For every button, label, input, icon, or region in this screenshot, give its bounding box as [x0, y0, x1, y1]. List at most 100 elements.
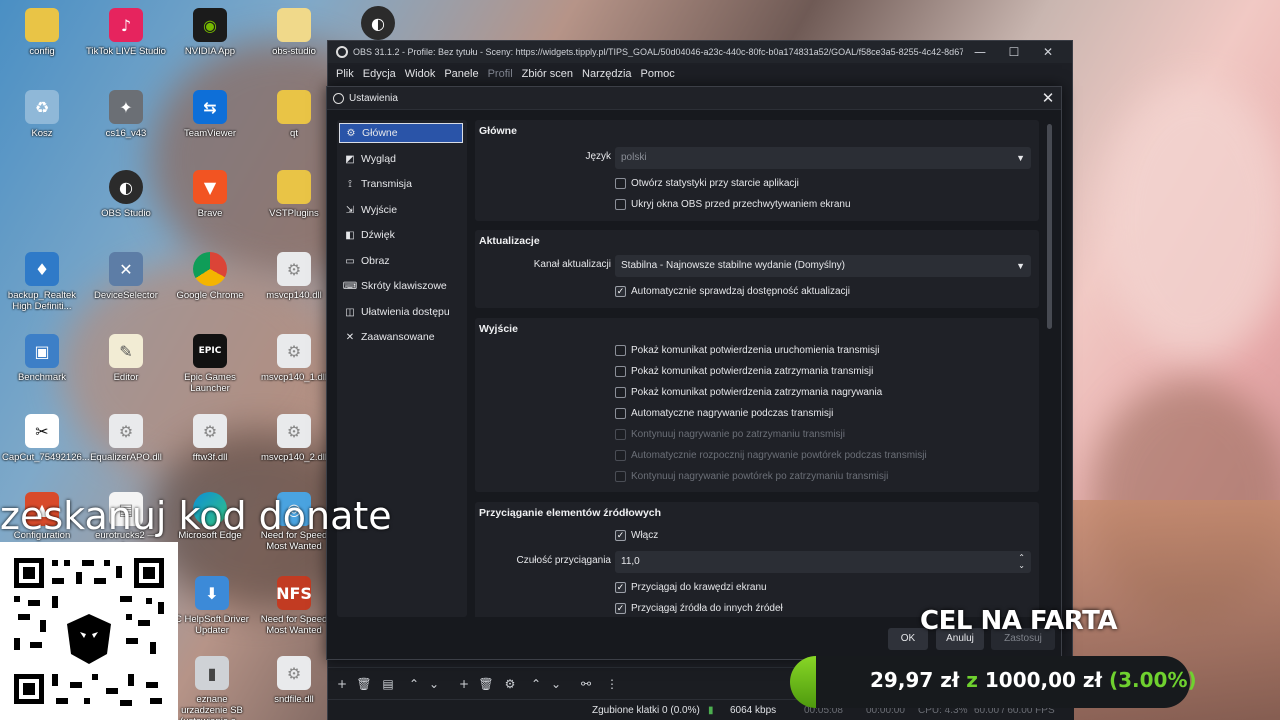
- desktop-icon-obs[interactable]: ◐: [338, 6, 418, 44]
- obs-icon: ◐: [361, 6, 395, 40]
- settings-scrollbar[interactable]: [1047, 120, 1053, 616]
- desktop-icon-driver-updater[interactable]: ⬇ C HelpSoft Driver Updater: [172, 576, 252, 636]
- desktop-icon-brave[interactable]: ▼ Brave: [170, 170, 250, 219]
- sidebar-item-video[interactable]: ▭ Obraz: [339, 251, 463, 271]
- settings-sidebar: ⚙ Główne ◩ Wygląd ⟟ Transmisja ⇲ Wyjście…: [337, 120, 467, 617]
- snap-sensitivity-label: Czułość przyciągania: [516, 555, 612, 566]
- group-title: Aktualizacje: [479, 235, 540, 247]
- checkbox-box: [615, 408, 626, 419]
- desktop-icon-tiktok[interactable]: ♪ TikTok LIVE Studio: [86, 8, 166, 57]
- sidebar-item-hotkeys[interactable]: ⌨ Skróty klawiszowe: [339, 276, 463, 296]
- checkbox-auto-update-check[interactable]: ✓ Automatycznie sprawdzaj dostępność akt…: [615, 286, 850, 297]
- menu-profil[interactable]: Profil: [488, 68, 513, 80]
- desktop-icon-fftw3f[interactable]: ⚙ fftw3f.dll: [170, 414, 250, 463]
- more-icon[interactable]: ⋮: [604, 676, 620, 692]
- desktop-icon-deviceselector[interactable]: ✕ DeviceSelector: [86, 252, 166, 301]
- settings-titlebar: Ustawienia ✕: [327, 87, 1061, 110]
- checkmark-icon: ✓: [615, 582, 626, 593]
- desktop-icon-usb-device[interactable]: ▮ eznane urzadzenie SB (ustawianie a...: [172, 656, 252, 720]
- menu-zbior-scen[interactable]: Zbiór scen: [522, 68, 573, 80]
- checkbox-auto-record[interactable]: Automatyczne nagrywanie podczas transmis…: [615, 408, 833, 419]
- menu-narzedzia[interactable]: Narzędzia: [582, 68, 632, 80]
- update-channel-select[interactable]: Stabilna - Najnowsze stabilne wydanie (D…: [615, 255, 1031, 277]
- desktop-icon-recycle-bin[interactable]: ♻ Kosz: [2, 90, 82, 139]
- checkbox-snapping-enable[interactable]: ✓ Włącz: [615, 530, 658, 541]
- menu-plik[interactable]: Plik: [336, 68, 354, 80]
- checkbox-hide-windows[interactable]: Ukryj okna OBS przed przechwytywaniem ek…: [615, 199, 851, 210]
- desktop-icon-capcut[interactable]: ✂ CapCut_75492126...: [2, 414, 90, 463]
- goal-title: CEL NA FARTA: [920, 606, 1118, 636]
- trash-icon[interactable]: 🗑: [356, 676, 372, 692]
- move-up-icon[interactable]: ⌃: [406, 676, 422, 692]
- menu-panele[interactable]: Panele: [444, 68, 478, 80]
- desktop-icon-equalizerapo[interactable]: ⚙ EqualizerAPO.dll: [86, 414, 166, 463]
- menu-pomoc[interactable]: Pomoc: [641, 68, 675, 80]
- desktop-icon-benchmark[interactable]: ▣ Benchmark: [2, 334, 82, 383]
- checkbox-snap-sources[interactable]: ✓ Przyciągaj źródła do innych źródeł: [615, 603, 783, 614]
- move-down-icon[interactable]: ⌄: [548, 676, 564, 692]
- checkbox-box: [615, 178, 626, 189]
- desktop-icon-editor[interactable]: ✎ Editor: [86, 334, 166, 383]
- sidebar-item-audio[interactable]: ◧ Dźwięk: [339, 225, 463, 245]
- close-icon[interactable]: ✕: [1035, 88, 1061, 108]
- language-select[interactable]: polski ▼: [615, 147, 1031, 169]
- tiktok-icon: ♪: [109, 8, 143, 42]
- menu-edycja[interactable]: Edycja: [363, 68, 396, 80]
- settings-title: Ustawienia: [349, 92, 398, 104]
- filter-icon[interactable]: ▤: [380, 676, 396, 692]
- menu-widok[interactable]: Widok: [405, 68, 436, 80]
- trash-icon[interactable]: 🗑: [478, 676, 494, 692]
- checkmark-icon: ✓: [615, 530, 626, 541]
- gear-icon: ⚙: [346, 127, 356, 139]
- close-icon[interactable]: ✕: [1031, 45, 1065, 59]
- desktop-icon-chrome[interactable]: Google Chrome: [170, 252, 250, 301]
- checkbox-box: [615, 387, 626, 398]
- palette-icon: ◩: [345, 153, 355, 165]
- checkbox-confirm-stop-recording[interactable]: Pokaż komunikat potwierdzenia zatrzymani…: [615, 387, 882, 398]
- minimize-icon[interactable]: —: [963, 45, 997, 59]
- update-channel-label: Kanał aktualizacji: [533, 259, 611, 270]
- desktop-icon-nvidia[interactable]: ◉ NVIDIA App: [170, 8, 250, 57]
- desktop-icon-teamviewer[interactable]: ⇆ TeamViewer: [170, 90, 250, 139]
- desktop-icon-qt[interactable]: qt: [254, 90, 334, 139]
- checkbox-confirm-start-stream[interactable]: Pokaż komunikat potwierdzenia uruchomien…: [615, 345, 879, 356]
- sidebar-item-stream[interactable]: ⟟ Transmisja: [339, 174, 463, 194]
- sidebar-item-appearance[interactable]: ◩ Wygląd: [339, 149, 463, 169]
- sidebar-item-general[interactable]: ⚙ Główne: [339, 123, 463, 143]
- add-scene-button[interactable]: +: [334, 676, 350, 692]
- desktop-icon-obs-studio-folder[interactable]: obs-studio: [254, 8, 334, 57]
- desktop-icon-msvcp140-1[interactable]: ⚙ msvcp140_1.dll: [254, 334, 334, 383]
- move-down-icon[interactable]: ⌄: [426, 676, 442, 692]
- epic-games-icon: EPIC: [193, 334, 227, 368]
- desktop-icon-msvcp140[interactable]: ⚙ msvcp140.dll: [254, 252, 334, 301]
- bitrate: 6064 kbps: [730, 705, 777, 716]
- desktop-icon-nfs-most-wanted-2[interactable]: NFS Need for Speed Most Wanted: [254, 576, 334, 636]
- desktop-icon-obs-studio[interactable]: ◐ OBS Studio: [86, 170, 166, 219]
- move-up-icon[interactable]: ⌃: [528, 676, 544, 692]
- link-icon[interactable]: ⚯: [578, 676, 594, 692]
- desktop-icon-sndfile[interactable]: ⚙ sndfile.dll: [254, 656, 334, 705]
- sidebar-item-accessibility[interactable]: ◫ Ułatwienia dostępu: [339, 302, 463, 322]
- sidebar-item-output[interactable]: ⇲ Wyjście: [339, 200, 463, 220]
- broadcast-icon: ⟟: [348, 178, 352, 190]
- maximize-icon[interactable]: ☐: [997, 45, 1031, 59]
- desktop-icon-vstplugins[interactable]: VSTPlugins: [254, 170, 334, 219]
- desktop-icon-cs16[interactable]: ✦ cs16_v43: [86, 90, 166, 139]
- donate-qr-code: [0, 542, 178, 720]
- checkbox-snap-edges[interactable]: ✓ Przyciągaj do krawędzi ekranu: [615, 582, 767, 593]
- add-source-button[interactable]: +: [456, 676, 472, 692]
- desktop-icon-msvcp140-2[interactable]: ⚙ msvcp140_2.dll: [254, 414, 334, 463]
- desktop-icon-config[interactable]: config: [2, 8, 82, 57]
- sidebar-item-advanced[interactable]: ✕ Zaawansowane: [339, 327, 463, 347]
- snap-sensitivity-spinbox[interactable]: 11,0 ⌃ ⌄: [615, 551, 1031, 573]
- gear-icon[interactable]: ⚙: [502, 676, 518, 692]
- obs-titlebar: OBS 31.1.2 - Profile: Bez tytułu - Sceny…: [328, 41, 1072, 63]
- settings-dialog: Ustawienia ✕ ⚙ Główne ◩ Wygląd ⟟ Transmi…: [326, 86, 1062, 660]
- checkbox-confirm-stop-stream[interactable]: Pokaż komunikat potwierdzenia zatrzymani…: [615, 366, 873, 377]
- desktop-icon-epic-games[interactable]: EPIC Epic Games Launcher: [170, 334, 250, 394]
- desktop-icon-realtek-backup[interactable]: ♦ backup_Realtek High Definiti...: [2, 252, 82, 312]
- checkbox-box: [615, 429, 626, 440]
- checkbox-open-stats[interactable]: Otwórz statystyki przy starcie aplikacji: [615, 178, 799, 189]
- scrollbar-thumb[interactable]: [1047, 124, 1052, 329]
- chevron-down-icon[interactable]: ⌄: [1018, 555, 1025, 577]
